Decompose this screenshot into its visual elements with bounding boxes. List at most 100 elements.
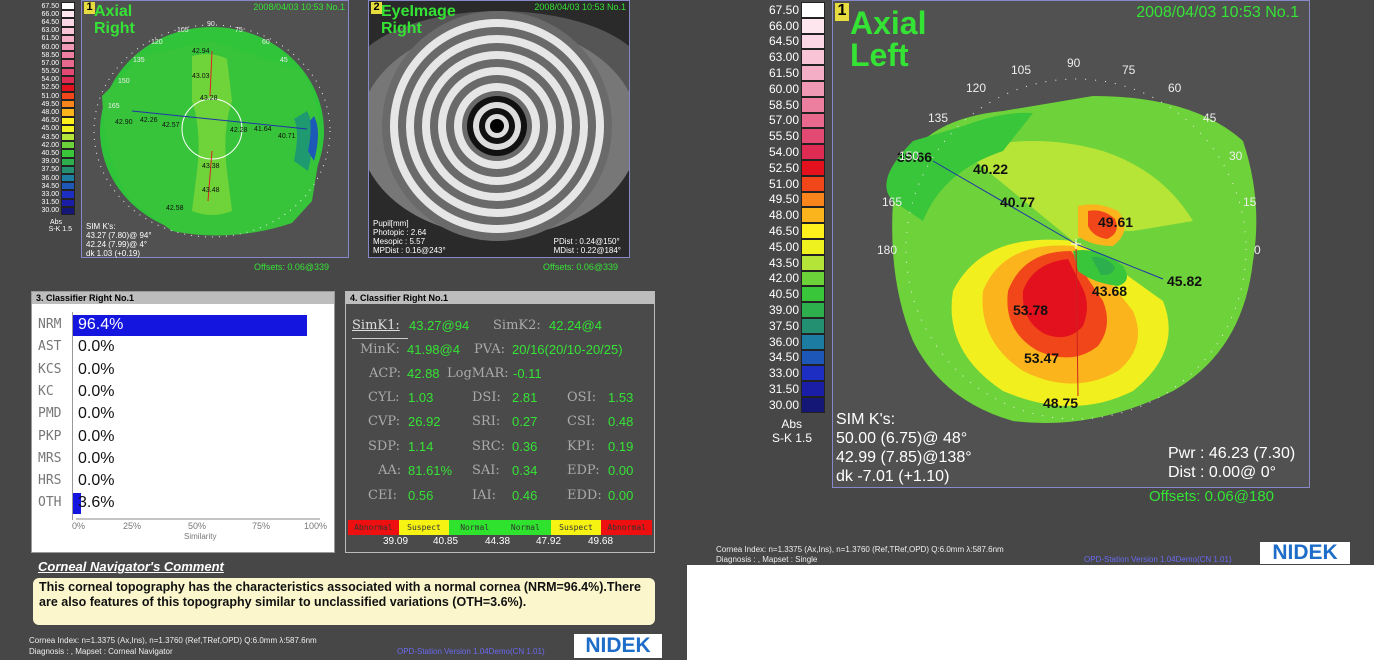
- angle-label: 60: [1168, 81, 1182, 95]
- scale-label: 37.50: [41, 166, 59, 174]
- scale-label: 43.50: [41, 133, 59, 141]
- scale-row: 39.00: [40, 157, 78, 166]
- scale-swatch: [61, 75, 75, 84]
- scale-swatch: [801, 191, 825, 208]
- map-value: 40.77: [1000, 194, 1036, 210]
- scale-row: 55.50: [40, 67, 78, 76]
- scale-row: 57.00: [760, 112, 828, 129]
- map-offsets: Offsets: 0.06@339: [254, 262, 330, 272]
- index-value: 1.14: [408, 438, 434, 454]
- scale-abs-label: Abs: [49, 218, 62, 226]
- scale-label: 45.00: [41, 125, 59, 133]
- divider: [352, 338, 408, 339]
- axis-tick: 0%: [72, 521, 86, 531]
- legend-segment: Normal: [449, 520, 501, 535]
- scale-row: 42.00: [760, 270, 828, 287]
- map-value: 53.47: [1024, 350, 1060, 366]
- scale-row: 63.00: [760, 49, 828, 66]
- index-value: 0.46: [512, 487, 538, 503]
- classifier-row: MRS 0.0%: [36, 448, 328, 469]
- angle-label: 0: [1254, 243, 1261, 257]
- similarity-percent: 0.0%: [78, 449, 115, 467]
- scale-swatch: [801, 381, 825, 397]
- index-label: CEI:: [368, 487, 397, 503]
- scale-row: 42.00: [40, 141, 78, 150]
- map-value: 42.57: [162, 122, 180, 129]
- eye-image-panel[interactable]: 2 EyeImage Right 2008/04/03 10:53 No.1 P…: [368, 0, 630, 258]
- scale-swatch: [61, 157, 75, 166]
- map-value: 40.71: [278, 133, 296, 140]
- scale-swatch: [61, 149, 75, 158]
- angle-label: 180: [877, 243, 898, 257]
- classifier-row: AST 0.0%: [36, 336, 328, 357]
- map-value: 42.28: [230, 127, 248, 134]
- exam-date: 2008/04/03 10:53 No.1: [534, 2, 626, 12]
- scale-label: 31.50: [41, 199, 59, 207]
- scale-label: 36.00: [41, 174, 59, 182]
- axial-left-map-panel[interactable]: 1 Axial Left 2008/04/03 10:53 No.1 39.66…: [832, 0, 1310, 488]
- map-value: 43.28: [200, 95, 218, 102]
- scale-swatch: [801, 396, 825, 413]
- scale-swatch: [61, 18, 75, 27]
- scale-swatch: [801, 96, 825, 113]
- axis-tick: 25%: [123, 521, 142, 531]
- acp-value: 42.88: [407, 366, 440, 381]
- sim-k-readout: SIM K's: 50.00 (6.75)@ 48° 42.99 (7.85)@13…: [836, 411, 972, 485]
- scale-row: 40.50: [40, 149, 78, 158]
- navigator-comment: This corneal topography has the characte…: [33, 578, 655, 625]
- similarity-percent: 0.0%: [78, 360, 115, 378]
- logmar-label: LogMAR:: [447, 366, 509, 381]
- scale-row: 49.50: [40, 100, 78, 109]
- map-value: 49.61: [1098, 214, 1134, 230]
- scale-row: 66.00: [760, 17, 828, 34]
- axis-label: Similarity: [184, 532, 217, 541]
- scale-row: 46.50: [40, 116, 78, 125]
- scale-row: 40.50: [760, 286, 828, 303]
- scale-label: 57.00: [41, 59, 59, 67]
- scale-row: 52.50: [760, 159, 828, 176]
- scale-row: 67.50: [760, 2, 828, 18]
- panel-title: 4. Classifier Right No.1: [346, 292, 654, 304]
- scale-swatch: [801, 17, 825, 34]
- index-label: SRI:: [472, 414, 501, 430]
- index-value: 0.34: [512, 463, 538, 479]
- power-readout: Pwr : 46.23 (7.30): [1168, 445, 1296, 462]
- map-value: 43.48: [202, 187, 220, 194]
- scale-swatch: [801, 317, 825, 334]
- scale-swatch: [61, 42, 75, 52]
- scale-row: 67.50: [40, 2, 78, 11]
- panel-title: 3. Classifier Right No.1: [32, 292, 334, 304]
- legend-segment: Normal: [500, 520, 551, 535]
- scale-label: 30.00: [41, 207, 59, 215]
- mink-value: 41.98@4: [407, 342, 460, 357]
- simk2-value: 42.24@4: [549, 318, 602, 333]
- index-label: IAI:: [472, 487, 497, 503]
- scale-swatch: [61, 67, 75, 76]
- scale-label: 54.00: [768, 145, 799, 160]
- axial-right-map-panel[interactable]: 1 Axial Right 2008/04/03 10:53 No.1 42.9…: [81, 0, 349, 258]
- scale-row: 33.00: [40, 190, 78, 199]
- index-label: EDD:: [567, 487, 602, 503]
- map-value: 43.03: [192, 73, 210, 80]
- index-label: SDP:: [368, 438, 400, 454]
- index-label: AA:: [378, 463, 402, 479]
- index-value: 26.92: [408, 414, 441, 430]
- scale-swatch: [801, 254, 825, 271]
- scale-row: 34.50: [40, 182, 78, 191]
- map-subtitle: Right: [381, 20, 422, 37]
- scale-swatch: [61, 100, 75, 109]
- index-label: SRC:: [472, 438, 506, 454]
- scale-swatch: [801, 270, 825, 287]
- classifier-code: OTH: [38, 495, 62, 511]
- scale-swatch: [61, 173, 75, 183]
- legend-segment: Suspect: [550, 520, 602, 535]
- classifier-row: OTH 3.6%: [36, 492, 328, 515]
- scale-label: 40.50: [768, 287, 799, 302]
- map-value: 42.58: [166, 205, 184, 212]
- legend-value: 44.38: [485, 536, 511, 547]
- classifier-row: KCS 0.0%: [36, 359, 328, 380]
- map-value: 45.82: [1167, 273, 1203, 289]
- scale-label: 61.50: [768, 66, 799, 81]
- index-value: 0.48: [608, 414, 634, 430]
- scale-swatch: [61, 165, 75, 174]
